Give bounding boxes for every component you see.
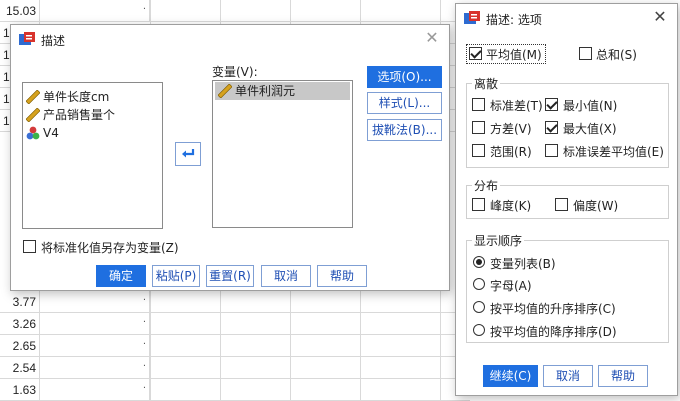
cell-value[interactable]: . — [40, 313, 150, 335]
mean-label: 平均值(M) — [486, 48, 542, 62]
range-checkbox[interactable] — [472, 144, 485, 157]
skewness-label: 偏度(W) — [573, 199, 619, 213]
move-variable-button[interactable] — [175, 142, 201, 166]
nominal-icon — [26, 126, 40, 140]
close-icon[interactable]: ✕ — [423, 29, 441, 47]
order-ascending-means-label: 按平均值的升序排序(C) — [490, 302, 616, 316]
selected-variable-list[interactable]: 单件利润元 — [212, 80, 353, 228]
list-item[interactable]: V4 — [23, 124, 162, 142]
min-checkbox[interactable] — [545, 98, 558, 111]
display-order-title: 显示顺序 — [472, 232, 525, 249]
ok-button[interactable]: 确定 — [96, 265, 146, 287]
variance-checkbox[interactable] — [472, 121, 485, 134]
kurtosis-checkbox[interactable] — [472, 198, 485, 211]
help-button[interactable]: 帮助 — [317, 265, 367, 287]
cell-value[interactable]: . — [40, 0, 150, 22]
paste-button[interactable]: 粘贴(P) — [152, 265, 200, 287]
table-row[interactable]: 2.65 . — [0, 335, 470, 357]
dialog-titlebar[interactable]: 描述: 选项 ✕ — [456, 4, 677, 32]
list-item[interactable]: 单件利润元 — [215, 82, 350, 100]
table-row[interactable]: 3.77 . — [0, 291, 470, 313]
dispersion-title: 离散 — [472, 75, 501, 92]
bootstrap-button[interactable]: 拔靴法(B)... — [367, 119, 442, 141]
table-row[interactable]: 3.26 . — [0, 313, 470, 335]
variable-label: 单件长度cm — [43, 90, 110, 104]
order-alphabetic-label: 字母(A) — [490, 279, 532, 293]
source-variable-list[interactable]: 单件长度cm 产品销售量个 V4 — [22, 82, 163, 229]
save-standardized-checkbox[interactable] — [23, 240, 36, 253]
dialog-title: 描述 — [41, 34, 66, 48]
app-icon — [464, 11, 480, 24]
continue-button[interactable]: 继续(C) — [483, 365, 538, 387]
max-label: 最大值(X) — [563, 122, 617, 136]
order-alphabetic-radio[interactable] — [473, 278, 485, 290]
cell-value[interactable]: 15.03 — [0, 0, 40, 22]
order-variable-list-label: 变量列表(B) — [490, 257, 556, 271]
min-label: 最小值(N) — [563, 99, 618, 113]
variance-label: 方差(V) — [490, 122, 532, 136]
options-dialog: 描述: 选项 ✕ 平均值(M) 总和(S) 离散 标准差(T) 最小值(N) 方… — [455, 3, 678, 396]
std-dev-label: 标准差(T) — [490, 99, 543, 113]
variables-label: 变量(V): — [212, 65, 258, 79]
cell-value[interactable]: . — [40, 379, 150, 401]
table-row[interactable]: 1.63 . — [0, 379, 470, 401]
list-item[interactable]: 产品销售量个 — [23, 106, 162, 124]
cell-value[interactable]: . — [40, 291, 150, 313]
help-button[interactable]: 帮助 — [598, 365, 648, 387]
ruler-icon — [26, 90, 40, 104]
cell-value[interactable]: . — [40, 335, 150, 357]
variable-label: 单件利润元 — [235, 84, 296, 98]
reset-button[interactable]: 重置(R) — [206, 265, 254, 287]
table-row[interactable]: 2.54 . — [0, 357, 470, 379]
cell-value[interactable]: 2.65 — [0, 335, 40, 357]
ruler-icon — [218, 84, 232, 98]
cancel-button[interactable]: 取消 — [543, 365, 593, 387]
mean-checkbox[interactable] — [469, 47, 482, 60]
close-icon[interactable]: ✕ — [651, 8, 669, 26]
options-button[interactable]: 选项(O)... — [367, 66, 442, 88]
cell-value[interactable]: 2.54 — [0, 357, 40, 379]
order-descending-means-label: 按平均值的降序排序(D) — [490, 325, 617, 339]
std-dev-checkbox[interactable] — [472, 98, 485, 111]
table-row[interactable]: 15.03 . — [0, 0, 470, 22]
cancel-button[interactable]: 取消 — [261, 265, 311, 287]
variable-label: V4 — [43, 126, 59, 140]
dialog-titlebar[interactable]: 描述 ✕ — [11, 25, 449, 53]
skewness-checkbox[interactable] — [555, 198, 568, 211]
sum-checkbox[interactable] — [579, 47, 592, 60]
describe-dialog: 描述 ✕ 单件长度cm 产品销售量个 V4 变量(V): 单件利润元 选项(O)… — [10, 24, 450, 291]
distribution-title: 分布 — [472, 177, 501, 194]
app-icon — [19, 32, 35, 45]
cell-value[interactable]: 3.77 — [0, 291, 40, 313]
order-variable-list-radio[interactable] — [473, 256, 485, 268]
max-checkbox[interactable] — [545, 121, 558, 134]
save-standardized-label: 将标准化值另存为变量(Z) — [41, 241, 179, 255]
cell-value[interactable]: 3.26 — [0, 313, 40, 335]
variable-label: 产品销售量个 — [43, 108, 116, 122]
se-mean-label: 标准误差平均值(E) — [563, 145, 664, 159]
cell-value[interactable]: . — [40, 357, 150, 379]
ruler-icon — [26, 108, 40, 122]
arrow-icon — [182, 149, 195, 158]
kurtosis-label: 峰度(K) — [490, 199, 532, 213]
se-mean-checkbox[interactable] — [545, 144, 558, 157]
style-button[interactable]: 样式(L)... — [367, 92, 442, 114]
sum-label: 总和(S) — [596, 48, 637, 62]
cell-value[interactable]: 1.63 — [0, 379, 40, 401]
dialog-title: 描述: 选项 — [486, 13, 542, 27]
order-ascending-means-radio[interactable] — [473, 301, 485, 313]
range-label: 范围(R) — [490, 145, 532, 159]
order-descending-means-radio[interactable] — [473, 324, 485, 336]
list-item[interactable]: 单件长度cm — [23, 88, 162, 106]
